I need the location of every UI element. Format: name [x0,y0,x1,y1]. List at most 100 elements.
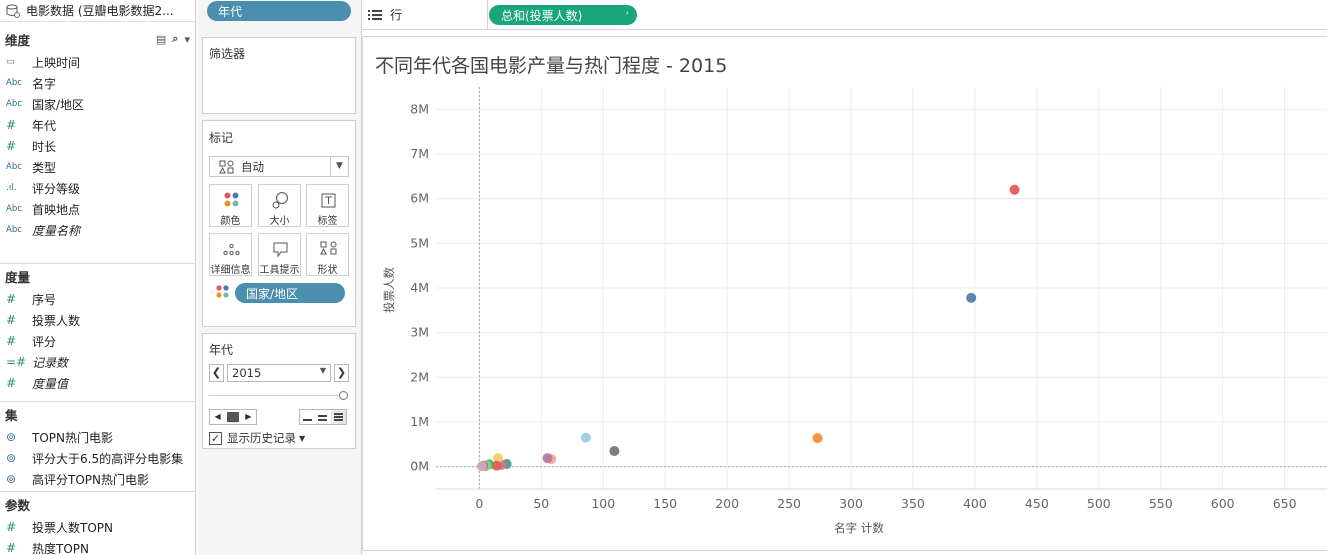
data-pane: 电影数据 (豆瓣电影数据2... 维度 ▤ ⌕ ▾ ▭ 上映时间 Abc 名字 Abc 国… [0,0,196,555]
sets-header: 集 [0,404,196,424]
color-field-pill[interactable]: 国家/地区 [235,283,345,303]
field-item[interactable]: Abc 名字 [0,73,196,93]
rows-shelf[interactable]: 总和(投票人数) › [488,0,1327,30]
abc-icon: Abc [6,225,22,235]
field-label: 度量值 [32,376,69,391]
field-item[interactable]: # 序号 [0,289,196,309]
field-item[interactable]: # 度量值 [0,373,196,393]
abc-icon: Abc [6,99,22,109]
detail-button[interactable]: 详细信息 [209,233,252,276]
dimensions-header-label: 维度 [5,32,31,48]
x-tick-label: 350 [901,496,925,511]
field-label: 序号 [32,292,57,307]
field-item[interactable]: Abc 类型 [0,157,196,177]
field-item[interactable]: # 评分 [0,331,196,351]
field-item[interactable]: # 投票人数TOPN [0,517,196,537]
x-tick-label: 550 [1149,496,1173,511]
color-encoding-icon [216,285,229,298]
y-axis-title: 投票人数 [382,267,396,313]
field-item[interactable]: ⊚ 高评分TOPN热门电影 [0,469,196,489]
field-item[interactable]: =# 记录数 [0,352,196,372]
shape-icon [320,241,337,255]
field-item[interactable]: # 热度TOPN [0,538,196,555]
database-icon [6,4,20,18]
abc-icon: Abc [6,204,22,214]
field-item[interactable]: .ıl. 评分等级 [0,178,196,198]
scatter-point [476,461,487,472]
color-button[interactable]: 颜色 [209,184,252,227]
hash-icon: # [6,118,17,132]
field-item[interactable]: ⊚ TOPN热门电影 [0,427,196,447]
measures-header-label: 度量 [5,269,31,285]
play-backward-icon[interactable]: ◀ [210,410,225,424]
show-history-checkbox[interactable]: ✓ [209,431,222,445]
scatter-point [609,446,620,457]
playback-controls: ◀ ■ ▶ [209,409,257,425]
set-icon: ⊚ [6,430,17,444]
abc-icon: Abc [6,78,22,88]
page-slider-track[interactable] [209,395,346,396]
page-slider-handle[interactable] [339,391,348,400]
text-label-icon [321,193,336,208]
show-history-row: ✓ 显示历史记录 ▼ [209,430,305,446]
field-label: 高评分TOPN热门电影 [32,472,149,487]
hash-icon: # [6,376,17,390]
scatter-point [1009,184,1020,195]
shape-button[interactable]: 形状 [306,233,349,276]
y-tick-label: 6M [410,191,429,206]
x-tick-label: 400 [963,496,987,511]
chevron-down-icon: ▼ [330,157,348,176]
field-item[interactable]: Abc 度量名称 [0,220,196,240]
scatter-point [812,433,823,444]
chevron-right-icon: › [625,8,629,17]
field-label: 时长 [32,139,57,154]
pages-card: 年代 ❮ 2015 ▼ ❯ ◀ ■ ▶ ✓ 显示历史记录 ▼ [202,333,356,449]
field-label: 记录数 [32,355,69,370]
x-tick-label: 300 [839,496,863,511]
size-button[interactable]: 大小 [258,184,301,227]
marks-title: 标记 [209,131,234,145]
pages-pill[interactable]: 年代 [207,1,351,21]
y-tick-label: 0M [410,459,429,474]
play-forward-icon[interactable]: ▶ [241,410,256,424]
x-tick-label: 600 [1211,496,1235,511]
parameters-header: 参数 [0,494,196,514]
prev-page-button[interactable]: ❮ [209,364,224,382]
mark-type-dropdown[interactable]: 自动 ▼ [209,156,349,177]
rows-shelf-icon [368,9,382,20]
field-item[interactable]: ▭ 上映时间 [0,52,196,72]
speed-fast-icon[interactable] [330,410,346,424]
stop-icon[interactable]: ■ [225,410,241,424]
next-page-button[interactable]: ❯ [334,364,349,382]
scatter-point [966,292,977,303]
x-tick-label: 500 [1087,496,1111,511]
speed-slow-icon[interactable] [300,410,315,424]
y-tick-label: 5M [410,235,429,250]
field-item[interactable]: # 年代 [0,115,196,135]
dimensions-tools: ▤ ⌕ ▾ [156,32,190,46]
filters-title: 筛选器 [209,47,246,61]
field-item[interactable]: Abc 国家/地区 [0,94,196,114]
x-tick-label: 200 [715,496,739,511]
list-view-icon[interactable]: ▤ [156,33,166,46]
label-button[interactable]: 标签 [306,184,349,227]
calc-hash-icon: =# [6,355,27,369]
chevron-down-icon[interactable]: ▾ [184,33,190,46]
field-item[interactable]: # 时长 [0,136,196,156]
hash-icon: # [6,139,17,153]
field-label: TOPN热门电影 [32,430,113,445]
field-item[interactable]: Abc 首映地点 [0,199,196,219]
chevron-down-icon[interactable]: ▼ [299,434,305,443]
field-label: 国家/地区 [32,97,85,112]
y-tick-label: 7M [410,146,429,161]
tooltip-button[interactable]: 工具提示 [258,233,301,276]
worksheet-view: 不同年代各国电影产量与热门程度 - 2015 0M 1M 2M 3M 4M 5M 6M 7M 8… [362,36,1327,551]
filters-card[interactable]: 筛选器 [202,37,356,114]
page-value-dropdown[interactable]: 2015 ▼ [227,364,331,382]
field-item[interactable]: ⊚ 评分大于6.5的高评分电影集 [0,448,196,468]
rows-pill[interactable]: 总和(投票人数) › [489,5,637,25]
field-item[interactable]: # 投票人数 [0,310,196,330]
speed-medium-icon[interactable] [315,410,330,424]
datasource-row[interactable]: 电影数据 (豆瓣电影数据2... [0,0,196,22]
search-icon[interactable]: ⌕ [172,32,178,46]
